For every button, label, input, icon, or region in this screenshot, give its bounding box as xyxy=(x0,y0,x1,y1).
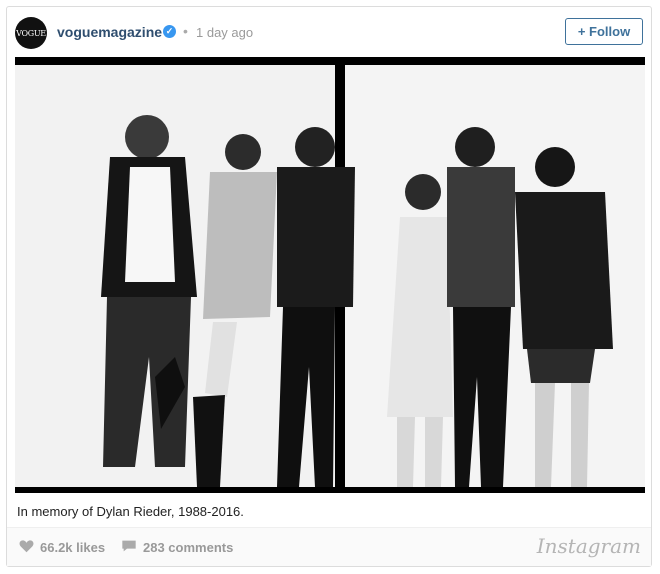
instagram-logo[interactable]: Instagram xyxy=(537,534,641,558)
verified-badge-icon: ✓ xyxy=(163,25,176,38)
post-footer: 66.2k likes 283 comments Instagram xyxy=(7,527,651,566)
avatar-text: VOGUE xyxy=(16,28,46,38)
comment-icon-svg xyxy=(122,540,136,552)
likes-count[interactable]: 66.2k likes xyxy=(19,539,105,556)
follow-label: + Follow xyxy=(577,24,631,39)
post-timestamp[interactable]: 1 day ago xyxy=(196,25,253,40)
comments-label: 283 comments xyxy=(143,540,234,555)
instagram-post-card: VOGUE voguemagazine ✓ • 1 day ago + Foll… xyxy=(6,6,652,567)
heart-icon-svg xyxy=(19,540,34,553)
comments-count[interactable]: 283 comments xyxy=(121,539,233,556)
avatar[interactable]: VOGUE xyxy=(15,17,47,49)
follow-button[interactable]: + Follow xyxy=(565,18,643,45)
likes-label: 66.2k likes xyxy=(40,540,106,555)
heart-icon xyxy=(19,539,34,556)
comment-icon xyxy=(121,539,137,556)
photo-illustration xyxy=(15,57,645,493)
post-caption: In memory of Dylan Rieder, 1988-2016. xyxy=(17,504,244,519)
separator-dot: • xyxy=(183,23,188,39)
post-header: VOGUE voguemagazine ✓ • 1 day ago + Foll… xyxy=(7,7,651,57)
username-link[interactable]: voguemagazine xyxy=(57,24,162,40)
post-photo[interactable] xyxy=(15,57,645,493)
